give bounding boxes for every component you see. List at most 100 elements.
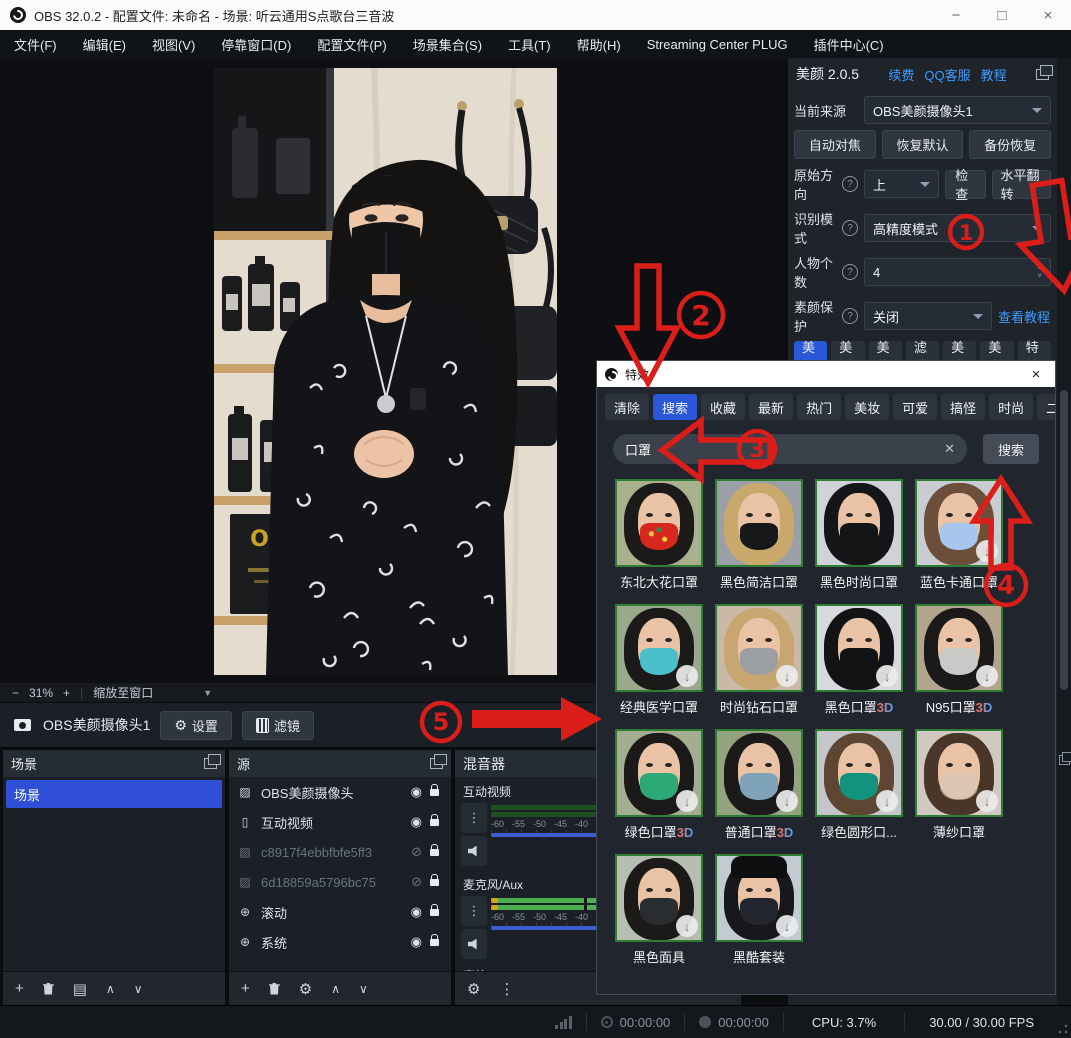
move-scene-down-button[interactable]: ∨: [134, 982, 143, 996]
source-settings-button[interactable]: ⚙设置: [160, 711, 232, 740]
popout-icon[interactable]: [1036, 69, 1049, 80]
effect-thumbnail[interactable]: ↓: [815, 729, 903, 817]
zoom-in-button[interactable]: +: [63, 686, 70, 700]
add-source-button[interactable]: +: [241, 980, 250, 997]
mute-button[interactable]: [461, 836, 487, 866]
effect-thumbnail[interactable]: ↓: [715, 729, 803, 817]
chevron-down-icon[interactable]: ▼: [203, 688, 212, 698]
effect-item[interactable]: ↓ 绿色口罩3D: [609, 729, 709, 841]
bare-face-protect-dropdown[interactable]: 关闭: [864, 302, 992, 330]
effect-item[interactable]: ↓ 黑色时尚口罩: [809, 479, 909, 591]
effect-item[interactable]: ↓ 东北大花口罩: [609, 479, 709, 591]
visibility-eye-icon[interactable]: ◉: [411, 904, 422, 920]
scene-filters-button[interactable]: ▤: [73, 980, 87, 998]
effect-thumbnail[interactable]: ↓: [615, 479, 703, 567]
source-row[interactable]: ▨ 6d18859a5796bc75 ⊘: [229, 867, 451, 897]
effect-thumbnail[interactable]: ↓: [715, 854, 803, 942]
effects-tab-清除[interactable]: 清除: [605, 394, 649, 420]
source-dropdown[interactable]: OBS美颜摄像头1: [864, 96, 1051, 124]
channel-menu-button[interactable]: ⋮: [461, 803, 487, 833]
orientation-dropdown[interactable]: 上: [864, 170, 939, 198]
help-icon[interactable]: ?: [842, 264, 858, 280]
channel-menu-button[interactable]: ⋮: [461, 896, 487, 926]
help-icon[interactable]: ?: [842, 308, 858, 324]
source-properties-button[interactable]: ⚙: [299, 980, 312, 998]
menu-item[interactable]: 场景集合(S): [413, 35, 482, 54]
effect-item[interactable]: ↓ 薄纱口罩: [909, 729, 1009, 841]
menu-item[interactable]: 停靠窗口(D): [221, 35, 291, 54]
move-scene-up-button[interactable]: ∧: [106, 982, 115, 996]
panel-scrollbar[interactable]: [1057, 58, 1071, 1005]
effects-tab-美妆[interactable]: 美妆: [845, 394, 889, 420]
scene-list-item[interactable]: 场景: [6, 780, 222, 808]
move-source-up-button[interactable]: ∧: [331, 982, 340, 996]
effect-item[interactable]: ↓ 时尚钻石口罩: [709, 604, 809, 716]
visibility-eye-icon[interactable]: ◉: [411, 814, 422, 830]
lock-icon[interactable]: [430, 819, 439, 826]
flip-horizontal-button[interactable]: 水平翻转: [992, 170, 1051, 199]
effect-thumbnail[interactable]: ↓: [615, 854, 703, 942]
visibility-eye-icon[interactable]: ⊘: [411, 874, 422, 890]
resize-grip[interactable]: [1058, 1024, 1068, 1034]
effect-thumbnail[interactable]: ↓: [915, 479, 1003, 567]
effect-item[interactable]: ↓ 黑色口罩3D: [809, 604, 909, 716]
renew-link[interactable]: 续费: [888, 65, 914, 84]
effects-tab-搜索[interactable]: 搜索: [653, 394, 697, 420]
search-button[interactable]: 搜索: [983, 434, 1039, 464]
menu-item[interactable]: 视图(V): [152, 35, 195, 54]
advanced-audio-button[interactable]: ⚙: [467, 980, 480, 998]
source-filters-button[interactable]: 滤镜: [242, 711, 314, 740]
help-icon[interactable]: ?: [842, 220, 858, 236]
effects-tab-二次元[interactable]: 二次元: [1037, 394, 1055, 420]
effect-item[interactable]: ↓ 经典医学口罩: [609, 604, 709, 716]
effect-item[interactable]: ↓ 普通口罩3D: [709, 729, 809, 841]
menu-item[interactable]: 工具(T): [508, 35, 551, 54]
autofocus-button[interactable]: 自动对焦: [794, 130, 876, 159]
move-source-down-button[interactable]: ∨: [359, 982, 368, 996]
remove-source-button[interactable]: [269, 983, 280, 995]
effect-item[interactable]: ↓ 黑色简洁口罩: [709, 479, 809, 591]
visibility-eye-icon[interactable]: ◉: [411, 934, 422, 950]
maximize-button[interactable]: □: [979, 0, 1025, 30]
effect-item[interactable]: ↓ 黑色面具: [609, 854, 709, 966]
menu-item[interactable]: 插件中心(C): [814, 35, 884, 54]
effect-thumbnail[interactable]: ↓: [915, 729, 1003, 817]
visibility-eye-icon[interactable]: ⊘: [411, 844, 422, 860]
menu-item[interactable]: Streaming Center PLUG: [647, 37, 788, 52]
check-button[interactable]: 检查: [945, 170, 986, 199]
popout-icon[interactable]: [1059, 755, 1070, 765]
effects-tab-收藏[interactable]: 收藏: [701, 394, 745, 420]
visibility-eye-icon[interactable]: ◉: [411, 784, 422, 800]
effect-item[interactable]: ↓ 黑酷套装: [709, 854, 809, 966]
lock-icon[interactable]: [430, 849, 439, 856]
effect-item[interactable]: ↓ 蓝色卡通口罩: [909, 479, 1009, 591]
menu-item[interactable]: 配置文件(P): [317, 35, 386, 54]
menu-item[interactable]: 文件(F): [14, 35, 57, 54]
remove-scene-button[interactable]: [43, 983, 54, 995]
backup-restore-button[interactable]: 备份恢复: [969, 130, 1051, 159]
effect-thumbnail[interactable]: ↓: [615, 604, 703, 692]
effects-tab-时尚[interactable]: 时尚: [989, 394, 1033, 420]
spinner-arrows-icon[interactable]: ˄˅: [1037, 264, 1042, 280]
effects-tab-搞怪[interactable]: 搞怪: [941, 394, 985, 420]
effect-thumbnail[interactable]: ↓: [815, 604, 903, 692]
effect-item[interactable]: ↓ 绿色圆形口...: [809, 729, 909, 841]
lock-icon[interactable]: [430, 789, 439, 796]
menu-item[interactable]: 帮助(H): [577, 35, 621, 54]
source-row[interactable]: ▨ OBS美颜摄像头 ◉: [229, 777, 451, 807]
popout-icon[interactable]: [430, 758, 443, 769]
effect-thumbnail[interactable]: ↓: [915, 604, 1003, 692]
tutorial-link[interactable]: 教程: [981, 65, 1007, 84]
effect-thumbnail[interactable]: ↓: [715, 604, 803, 692]
minimize-button[interactable]: −: [933, 0, 979, 30]
recognition-mode-dropdown[interactable]: 高精度模式: [864, 214, 1051, 242]
restore-defaults-button[interactable]: 恢复默认: [882, 130, 964, 159]
menu-item[interactable]: 编辑(E): [83, 35, 126, 54]
view-tutorial-link[interactable]: 查看教程: [998, 307, 1050, 326]
search-input[interactable]: 口罩 ✕: [613, 434, 967, 464]
source-row[interactable]: ⊕ 滚动 ◉: [229, 897, 451, 927]
effects-tab-热门[interactable]: 热门: [797, 394, 841, 420]
close-button[interactable]: ×: [1025, 0, 1071, 30]
mute-button[interactable]: [461, 929, 487, 959]
effect-thumbnail[interactable]: ↓: [715, 479, 803, 567]
